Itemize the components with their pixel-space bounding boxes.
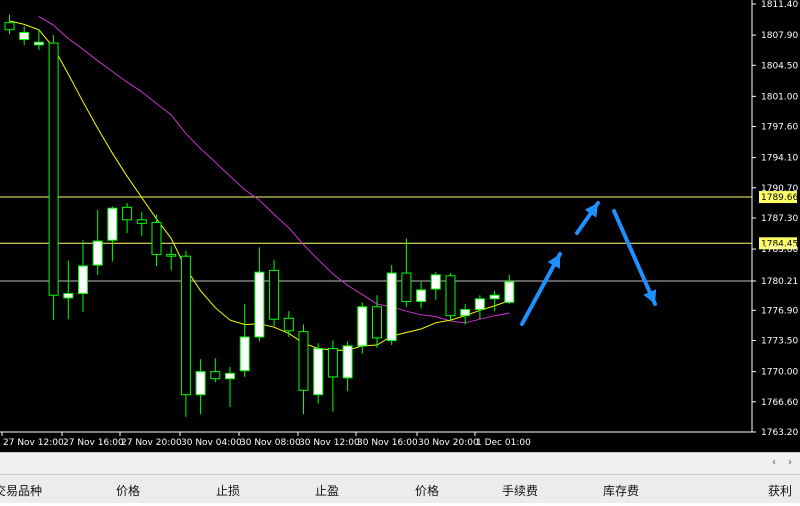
chart-scroll-strip[interactable]: ‹ › [0,452,800,475]
candle-body [401,272,412,302]
price-tick-label: 1770.00 [761,368,798,378]
price-tick-label: 1811.40 [761,0,798,10]
candle-body [430,274,441,290]
scroll-right-arrow[interactable]: › [788,457,792,468]
candle-body [313,348,324,396]
candle-body [48,42,59,296]
chart-svg: 1789.661784.45 1811.401807.901804.501801… [0,0,798,448]
col-take-profit[interactable]: 止盈 [315,482,339,499]
price-level-label: 1789.66 [761,193,798,203]
col-price[interactable]: 价格 [116,482,140,499]
candle-body [386,272,397,342]
price-tick-label: 1766.60 [761,398,798,408]
price-tick-label: 1807.90 [761,31,798,41]
time-tick-label: 30 Nov 08:00 [240,438,301,448]
price-tick-label: 1790.70 [761,184,798,194]
price-tick-label: 1794.10 [761,154,798,164]
candle-body [63,292,74,299]
candle-body [19,31,30,41]
col-profit[interactable]: 获利 [768,482,792,499]
candle-body [151,221,162,255]
time-tick-label: 30 Nov 04:00 [181,438,242,448]
candle-body [254,271,265,338]
candle-body [210,371,221,380]
candle-body [269,269,280,320]
price-tick-label: 1797.60 [761,123,798,133]
candle-body [504,281,515,303]
price-tick-label: 1773.50 [761,337,798,347]
time-tick-label: 27 Nov 12:00 [3,438,64,448]
candle-body [416,289,427,302]
candle-body [180,255,191,396]
candle-body [4,22,15,31]
candle-body [357,306,368,347]
price-chart[interactable]: 1789.66 1784.45 1811.40 1807.90 1804.50 1801… [0,0,800,452]
candle-body [136,219,147,224]
time-tick-label: 30 Nov 12:00 [299,438,360,448]
candle-body [78,265,88,294]
candle-body [489,294,500,300]
col-symbol[interactable]: 交易品种 [0,482,42,499]
candle-body [195,371,206,396]
arrow-shaft [612,209,657,306]
candle-body [33,41,44,46]
price-tick-label: 1763.20 [761,428,798,438]
candle-body [122,206,133,221]
col-stop-loss[interactable]: 止损 [216,482,240,499]
candle-body [166,253,177,257]
price-tick-label: 1780.21 [761,277,798,287]
candle-body [283,317,294,332]
col-commission[interactable]: 手续费 [502,482,538,499]
candle-body [298,331,309,391]
scroll-left-arrow[interactable]: ‹ [772,457,776,468]
time-tick-label: 30 Nov 20:00 [418,438,479,448]
time-tick-label: 27 Nov 20:00 [121,438,182,448]
candle-body [342,345,353,379]
candle-body [474,298,485,310]
time-tick-label: 30 Nov 16:00 [357,438,418,448]
col-swap[interactable]: 库存费 [603,482,639,499]
time-tick-label: 27 Nov 16:00 [63,438,124,448]
candle-body [92,240,103,266]
price-tick-label: 1787.30 [761,214,798,224]
price-tick-label: 1801.00 [761,92,798,102]
candle-body [372,306,382,339]
candle-body [225,372,235,380]
candle-body [107,207,118,241]
price-tick-label: 1776.90 [761,306,798,316]
candle-body [460,308,471,317]
time-tick-label: 1 Dec 01:00 [476,438,531,448]
price-tick-label: 1783.80 [761,245,798,255]
candle-body [239,336,250,372]
price-tick-label: 1804.50 [761,61,798,71]
candle-body [327,348,338,378]
col-price-2[interactable]: 价格 [415,482,439,499]
candle-body [445,275,456,317]
trade-table-header: 交易品种 价格 止损 止盈 价格 手续费 库存费 获利 [0,474,800,504]
